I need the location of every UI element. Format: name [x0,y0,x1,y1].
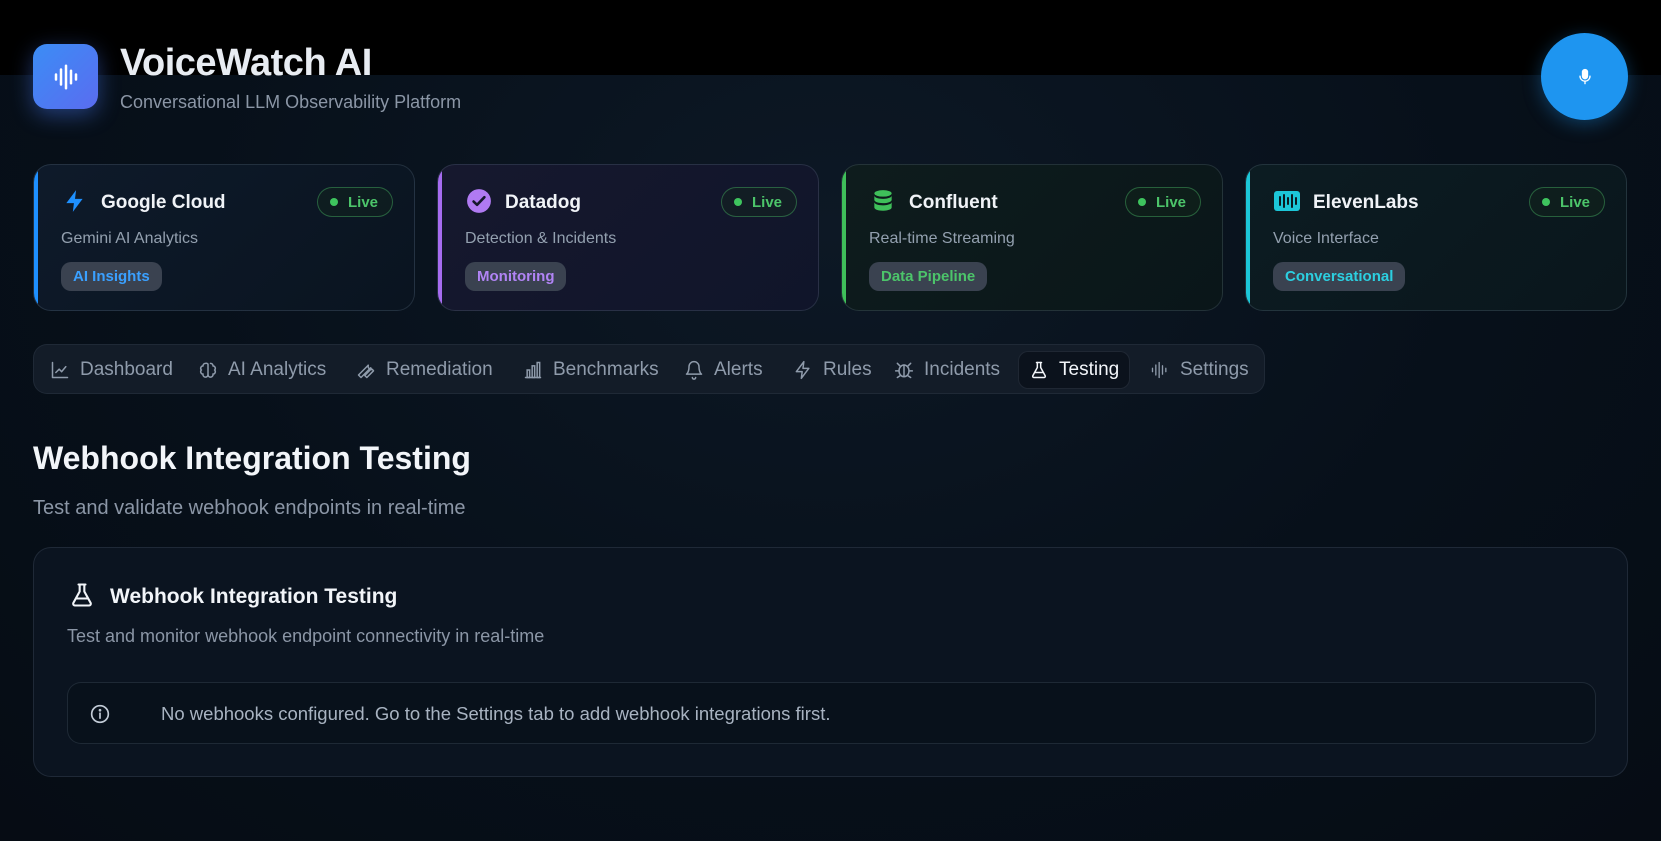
check-circle-icon [465,187,493,215]
wrench-icon [357,364,375,379]
tab-incidents[interactable]: Incidents [884,351,1010,389]
status-label: Live [347,193,378,211]
card-tag: Monitoring [465,262,567,291]
tab-label: Settings [1180,359,1249,380]
card-name: Google Cloud [101,192,226,213]
card-description: Real-time Streaming [869,230,1015,247]
card-accent [438,165,442,310]
tab-label: Remediation [386,359,493,380]
tab-label: AI Analytics [228,359,327,380]
tab-benchmarks[interactable]: Benchmarks [513,351,669,389]
card-tag: Conversational [1273,262,1406,291]
audio-waveform-icon [1151,361,1167,379]
page-subtitle: Test and validate webhook endpoints in r… [33,497,466,519]
card-name: Confluent [909,192,998,213]
status-label: Live [1559,193,1590,211]
bug-icon [894,362,914,379]
audio-waveform-icon [54,64,77,89]
card-description: Gemini AI Analytics [61,230,198,247]
app-root: VoiceWatch AI Conversational LLM Observa… [0,0,1661,841]
webhook-testing-panel: Webhook Integration Testing Test and mon… [33,547,1628,777]
brain-icon [199,362,217,378]
card-accent [842,165,846,310]
status-dot [1137,198,1146,206]
bell-icon [685,360,703,380]
integration-card-google-cloud[interactable]: Google Cloud Live Gemini AI Analytics AI… [33,164,415,311]
status-dot [733,198,742,206]
lightning-icon [795,360,810,380]
card-name: Datadog [505,192,581,213]
tab-label: Dashboard [80,359,173,380]
card-name: ElevenLabs [1313,192,1419,213]
integration-card-confluent[interactable]: Confluent Live Real-time Streaming Data … [841,164,1223,311]
no-webhooks-notice: No webhooks configured. Go to the Settin… [67,682,1596,744]
main-nav-tabs: Dashboard AI Analytics Remediation Bench… [33,344,1265,394]
audio-lines-icon [1273,187,1301,215]
bar-chart-icon [524,361,542,379]
info-icon [90,704,110,729]
integration-card-elevenlabs[interactable]: ElevenLabs Live Voice Interface Conversa… [1245,164,1627,311]
live-status-badge: Live [1528,187,1605,217]
card-tag: AI Insights [61,262,162,291]
page-title: Webhook Integration Testing [33,440,471,476]
tab-label: Incidents [924,359,1001,380]
live-status-badge: Live [316,187,393,217]
database-icon [869,187,897,215]
tab-settings[interactable]: Settings [1140,351,1259,389]
tab-label: Benchmarks [553,359,659,380]
status-label: Live [751,193,782,211]
flask-icon [1031,361,1047,379]
voice-mic-button[interactable] [1541,33,1628,120]
status-dot [1541,198,1550,206]
status-dot [329,198,338,206]
tab-ai-analytics[interactable]: AI Analytics [188,351,336,389]
status-label: Live [1155,193,1186,211]
tab-label: Alerts [714,359,763,380]
tab-dashboard[interactable]: Dashboard [40,351,183,389]
lightning-icon [61,187,89,215]
live-status-badge: Live [720,187,797,217]
app-title: VoiceWatch AI [120,42,372,84]
tab-remediation[interactable]: Remediation [346,351,503,389]
flask-icon [68,581,96,614]
card-description: Detection & Incidents [465,230,617,247]
card-tag: Data Pipeline [869,262,988,291]
tab-alerts[interactable]: Alerts [674,351,773,389]
card-accent [1246,165,1250,310]
notice-text: No webhooks configured. Go to the Settin… [161,703,831,724]
card-accent [34,165,38,310]
live-status-badge: Live [1124,187,1201,217]
integration-card-datadog[interactable]: Datadog Live Detection & Incidents Monit… [437,164,819,311]
tab-label: Testing [1059,359,1120,380]
tab-label: Rules [823,359,872,380]
tab-testing[interactable]: Testing [1018,351,1131,389]
microphone-icon [1578,68,1591,84]
app-logo [33,44,98,109]
line-chart-icon [51,361,69,379]
tab-rules[interactable]: Rules [783,351,882,389]
card-description: Voice Interface [1273,230,1379,247]
panel-subtitle: Test and monitor webhook endpoint connec… [67,626,545,646]
app-subtitle: Conversational LLM Observability Platfor… [120,92,462,112]
panel-title: Webhook Integration Testing [110,585,398,608]
